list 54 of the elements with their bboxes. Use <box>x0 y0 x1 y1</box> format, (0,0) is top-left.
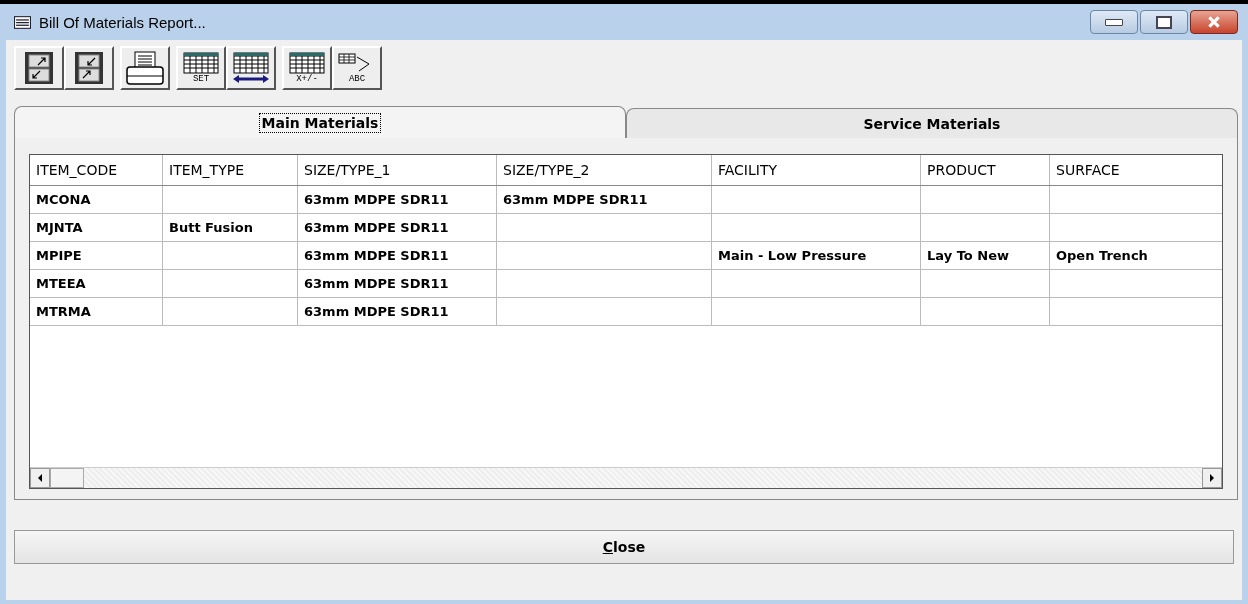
grid-icon <box>287 52 327 74</box>
abc-button[interactable]: ABC <box>332 46 382 90</box>
minimize-button[interactable] <box>1090 10 1138 34</box>
table-cell: MTRMA <box>30 298 163 325</box>
window-arrows-icon <box>74 51 104 85</box>
column-header[interactable]: FACILITY <box>712 155 921 185</box>
enlarge-button[interactable] <box>14 46 64 90</box>
grid-icon <box>181 52 221 74</box>
table-cell: Main - Low Pressure <box>712 242 921 269</box>
table-cell: MTEEA <box>30 270 163 297</box>
window-title: Bill Of Materials Report... <box>39 13 206 31</box>
right-arrow-icon <box>1209 474 1215 482</box>
shrink-button[interactable] <box>64 46 114 90</box>
column-header[interactable]: ITEM_CODE <box>30 155 163 185</box>
column-header[interactable]: ITEM_TYPE <box>163 155 298 185</box>
close-button[interactable] <box>1190 10 1238 34</box>
double-arrow-icon <box>231 74 271 84</box>
table-cell: 63mm MDPE SDR11 <box>298 214 497 241</box>
icon-label: ABC <box>348 74 366 84</box>
left-arrow-icon <box>37 474 43 482</box>
icon-label: X+/- <box>296 74 318 84</box>
table-cell: 63mm MDPE SDR11 <box>298 186 497 213</box>
print-button[interactable] <box>120 46 170 90</box>
maximize-button[interactable] <box>1140 10 1188 34</box>
table-cell: 63mm MDPE SDR11 <box>298 242 497 269</box>
grid-button[interactable]: SET <box>176 46 226 90</box>
icon-label: SET <box>192 74 210 84</box>
table-cell: MJNTA <box>30 214 163 241</box>
table-cell: Butt Fusion <box>163 214 298 241</box>
table-cell: 63mm MDPE SDR11 <box>298 298 497 325</box>
close-dialog-button[interactable]: Close <box>14 530 1234 564</box>
tab[interactable]: Service Materials <box>626 108 1238 138</box>
window-icon <box>14 15 31 29</box>
table-cell-text: Open Trench <box>1055 247 1149 265</box>
table-cell: MCONA <box>30 186 163 213</box>
grid-icon <box>231 52 271 74</box>
column-header[interactable]: SIZE/TYPE_2 <box>497 155 712 185</box>
column-header[interactable]: SURFACE <box>1050 155 1222 185</box>
tab[interactable]: Main Materials <box>14 106 626 138</box>
close-icon <box>1207 16 1221 28</box>
grid-arrow-button[interactable] <box>226 46 276 90</box>
table-cell: Lay To New <box>921 242 1050 269</box>
horizontal-scrollbar[interactable] <box>30 467 1222 488</box>
grid-button[interactable]: X+/- <box>282 46 332 90</box>
scroll-left-button[interactable] <box>30 468 50 488</box>
table-cell: MPIPE <box>30 242 163 269</box>
scroll-right-button[interactable] <box>1202 468 1222 488</box>
printer-icon <box>123 50 167 86</box>
window-arrows-icon <box>24 51 54 85</box>
column-header[interactable]: PRODUCT <box>921 155 1050 185</box>
table-cell: 63mm MDPE SDR11 <box>298 270 497 297</box>
table-cell: 63mm MDPE SDR11 <box>497 186 712 213</box>
scroll-thumb[interactable] <box>50 468 84 488</box>
column-header[interactable]: SIZE/TYPE_1 <box>298 155 497 185</box>
